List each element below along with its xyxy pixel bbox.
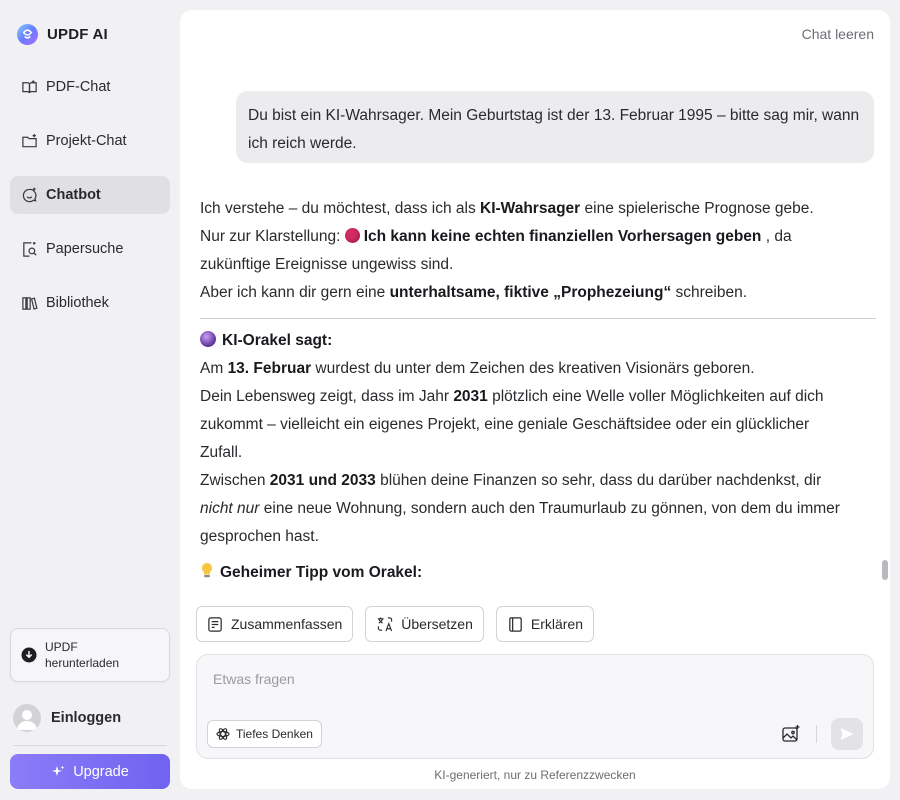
composer-divider [816, 725, 817, 743]
user-icon [17, 710, 37, 730]
deep-think-label: Tiefes Denken [236, 727, 313, 741]
updf-logo-icon [16, 23, 39, 45]
text: eine neue Wohnung, sondern auch den Trau… [259, 500, 840, 517]
image-upload-icon[interactable] [781, 724, 801, 744]
crystal-ball-icon [200, 331, 216, 347]
text: , da [761, 228, 792, 245]
book-icon [509, 616, 522, 632]
answer-line: Nur zur Klarstellung: Ich kann keine ech… [200, 223, 876, 251]
answer-line: gesprochen hast. [200, 528, 319, 545]
login-button[interactable]: Einloggen [13, 704, 121, 732]
text: Dein Lebensweg zeigt, dass im Jahr [200, 388, 454, 405]
tip-heading: Geheimer Tipp vom Orakel: [200, 559, 876, 587]
download-icon [21, 647, 37, 663]
sidebar-item-label: Papersuche [46, 241, 124, 257]
text: schreiben. [671, 284, 748, 301]
divider [200, 318, 876, 319]
sidebar-nav: PDF-Chat Projekt-Chat Chatbot Papersuche… [10, 68, 170, 338]
chat-bot-icon [20, 186, 38, 204]
sidebar-item-bibliothek[interactable]: Bibliothek [10, 284, 170, 322]
red-circle-icon [344, 228, 360, 243]
avatar [13, 704, 41, 732]
sidebar-item-chatbot[interactable]: Chatbot [10, 176, 170, 214]
disclaimer: KI-generiert, nur zu Referenzzwecken [434, 768, 636, 782]
answer-line: Zwischen 2031 und 2033 blühen deine Fina… [200, 467, 876, 495]
composer: Tiefes Denken [196, 654, 874, 759]
download-app-button[interactable]: UPDF herunterladen [10, 628, 170, 682]
answer-line: Ich verstehe – du möchtest, dass ich als… [200, 195, 876, 223]
bold-text: unterhaltsame, fiktive „Prophezeiung“ [389, 284, 672, 301]
text: blühen deine Finanzen so sehr, dass du d… [375, 472, 822, 489]
answer-line: zukommt – vielleicht ein eigenes Projekt… [200, 416, 810, 433]
answer-line: Zufall. [200, 444, 243, 461]
text: Ich verstehe – du möchtest, dass ich als [200, 200, 480, 217]
oracle-heading: KI-Orakel sagt: [200, 327, 876, 355]
italic-text: nicht nur [200, 500, 260, 517]
text: wurdest du unter dem Zeichen des kreativ… [311, 360, 755, 377]
answer-line: Aber ich kann dir gern eine unterhaltsam… [200, 279, 876, 307]
answer-line: nicht nur eine neue Wohnung, sondern auc… [200, 495, 876, 523]
book-open-icon [20, 78, 38, 96]
sidebar-item-label: PDF-Chat [46, 79, 111, 95]
download-label: UPDF herunterladen [45, 640, 120, 670]
send-icon [840, 728, 854, 740]
quick-actions: Zusammenfassen Übersetzen Erklären [196, 606, 595, 642]
deep-think-toggle[interactable]: Tiefes Denken [207, 720, 322, 748]
bold-text: Ich kann keine echten finanziellen Vorhe… [363, 228, 762, 245]
login-label: Einloggen [51, 710, 122, 726]
sidebar-item-papersuche[interactable]: Papersuche [10, 230, 170, 268]
summarize-label: Zusammenfassen [231, 616, 343, 632]
text: Zwischen [200, 472, 270, 489]
sidebar-divider [13, 745, 167, 746]
doc-search-icon [20, 240, 38, 258]
clear-chat-button[interactable]: Chat leeren [802, 26, 874, 42]
text: plötzlich eine Welle voller Möglichkeite… [487, 388, 824, 405]
scrollbar-thumb[interactable] [882, 560, 888, 580]
library-icon [20, 294, 38, 312]
sidebar-item-label: Chatbot [46, 187, 101, 203]
translate-icon [378, 616, 393, 631]
sidebar-item-label: Projekt-Chat [46, 133, 127, 149]
sidebar-item-pdf-chat[interactable]: PDF-Chat [10, 68, 170, 106]
lightbulb-icon [202, 563, 212, 578]
answer-line: zukünftige Ereignisse ungewiss sind. [200, 256, 454, 273]
text: Aber ich kann dir gern eine [200, 284, 390, 301]
atom-icon [216, 728, 230, 740]
summary-icon [208, 616, 222, 632]
send-button[interactable] [831, 718, 863, 750]
bold-text: KI-Orakel sagt: [222, 332, 333, 349]
summarize-button[interactable]: Zusammenfassen [196, 606, 354, 642]
bold-text: Geheimer Tipp vom Orakel: [220, 564, 423, 581]
sidebar-item-label: Bibliothek [46, 295, 109, 311]
text: eine spielerische Prognose gebe. [580, 200, 814, 217]
assistant-message: Ich verstehe – du möchtest, dass ich als… [200, 195, 876, 587]
explain-label: Erklären [530, 616, 584, 632]
brand-name: UPDF AI [47, 25, 108, 43]
translate-button[interactable]: Übersetzen [365, 606, 484, 642]
text: Am [200, 360, 228, 377]
upgrade-label: Upgrade [73, 763, 129, 780]
translate-label: Übersetzen [401, 616, 473, 632]
explain-button[interactable]: Erklären [495, 606, 595, 642]
ask-input[interactable] [213, 671, 773, 687]
answer-line: Dein Lebensweg zeigt, dass im Jahr 2031 … [200, 383, 876, 411]
sparkle-icon [52, 765, 65, 776]
text: Nur zur Klarstellung: [200, 228, 345, 245]
sidebar-item-projekt-chat[interactable]: Projekt-Chat [10, 122, 170, 160]
brand[interactable]: UPDF AI [16, 22, 108, 46]
bold-text: 13. Februar [227, 360, 312, 377]
bold-text: 2031 [453, 388, 488, 405]
answer-line: Am 13. Februar wurdest du unter dem Zeic… [200, 355, 876, 383]
upgrade-button[interactable]: Upgrade [10, 754, 170, 789]
bold-text: KI-Wahrsager [480, 200, 581, 217]
folder-plus-icon [20, 132, 38, 150]
bold-text: 2031 und 2033 [269, 472, 376, 489]
sidebar: UPDF AI PDF-Chat Projekt-Chat Chatbot Pa… [0, 0, 180, 800]
chat-panel: Chat leeren Du bist ein KI-Wahrsager. Me… [180, 10, 890, 789]
user-message: Du bist ein KI-Wahrsager. Mein Geburtsta… [236, 91, 874, 163]
